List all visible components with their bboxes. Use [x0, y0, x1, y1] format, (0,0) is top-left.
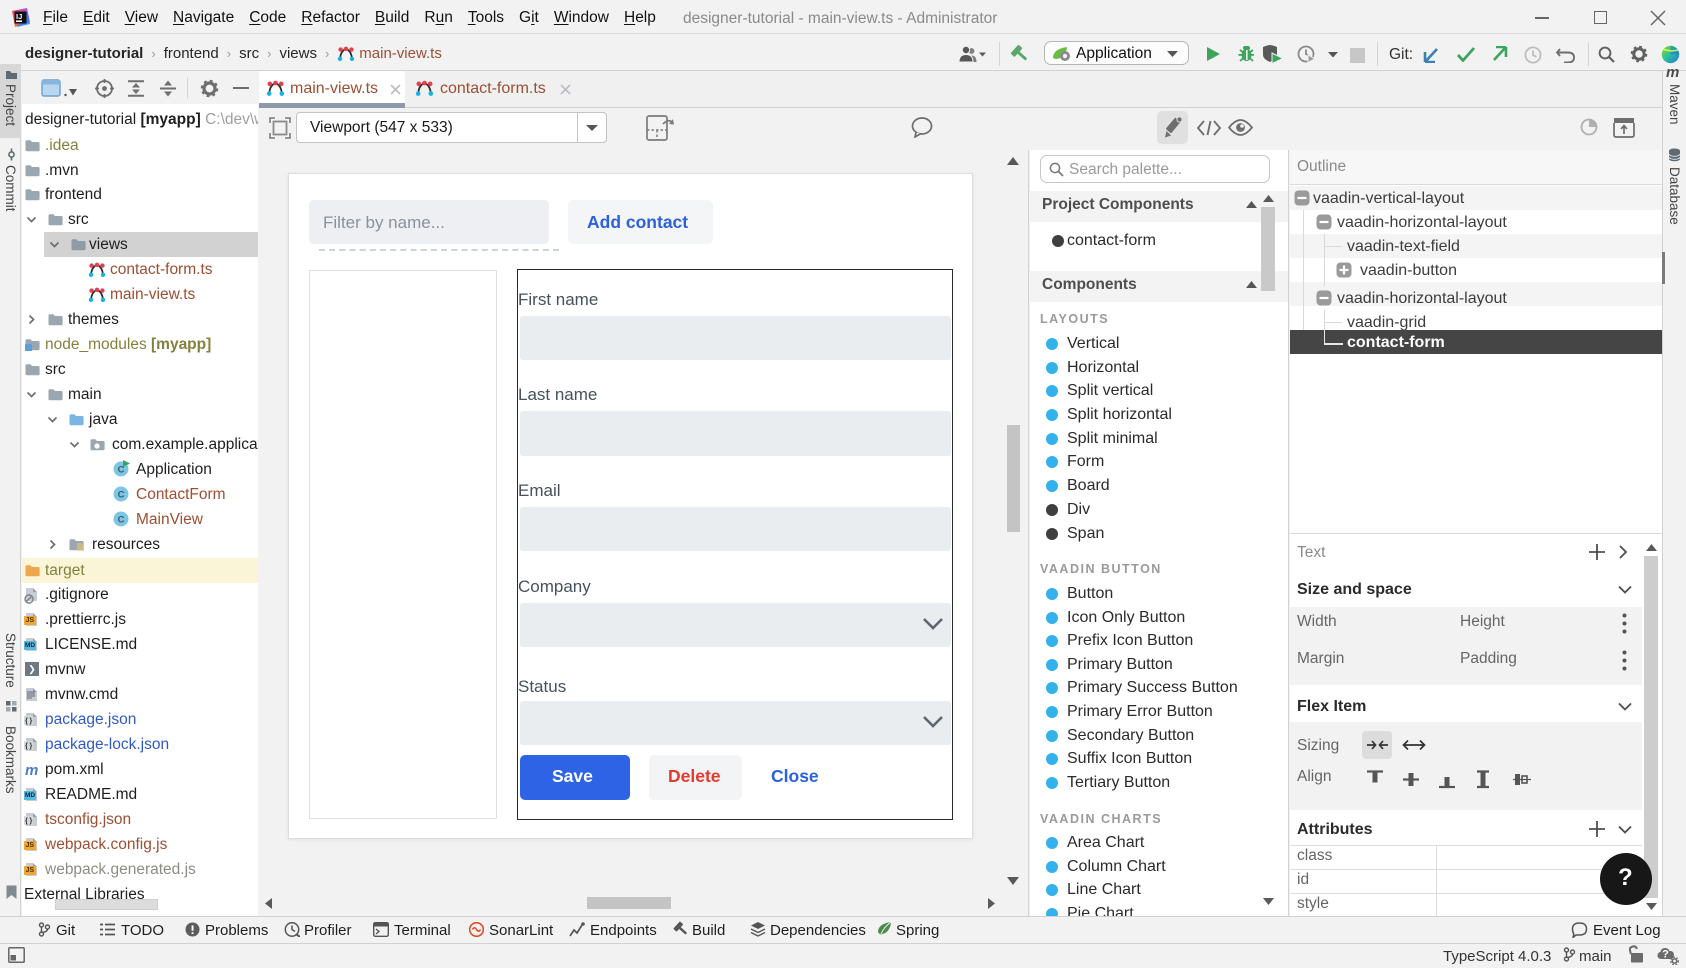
svg-text:?: ? [1662, 949, 1669, 961]
svg-text:IJ: IJ [16, 12, 22, 21]
